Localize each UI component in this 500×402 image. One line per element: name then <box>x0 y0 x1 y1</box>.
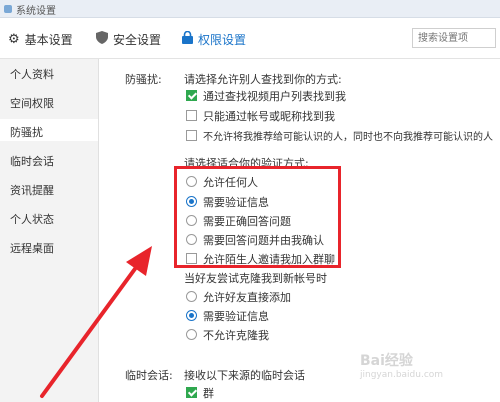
clone-prompt: 当好友尝试克隆我到新帐号时 <box>184 272 327 285</box>
temp-session-group-label: 群 <box>203 387 214 400</box>
clone-option-allow-label: 允许好友直接添加 <box>203 291 291 304</box>
clone-option-verify-label: 需要验证信息 <box>203 310 269 323</box>
temp-session-prompt: 接收以下来源的临时会话 <box>184 369 305 382</box>
temp-session-group-checkbox[interactable] <box>186 387 197 398</box>
watermark: Bai经验 jingyan.baidu.com <box>360 350 496 396</box>
watermark-sub: jingyan.baidu.com <box>360 370 444 380</box>
clone-option-deny-label: 不允许克隆我 <box>203 329 269 342</box>
temp-session-section-label: 临时会话: <box>125 369 173 382</box>
watermark-text: Bai经验 <box>360 353 413 369</box>
clone-option-allow-radio[interactable] <box>186 291 197 302</box>
clone-option-verify-radio[interactable] <box>186 310 197 321</box>
clone-option-deny-radio[interactable] <box>186 329 197 340</box>
